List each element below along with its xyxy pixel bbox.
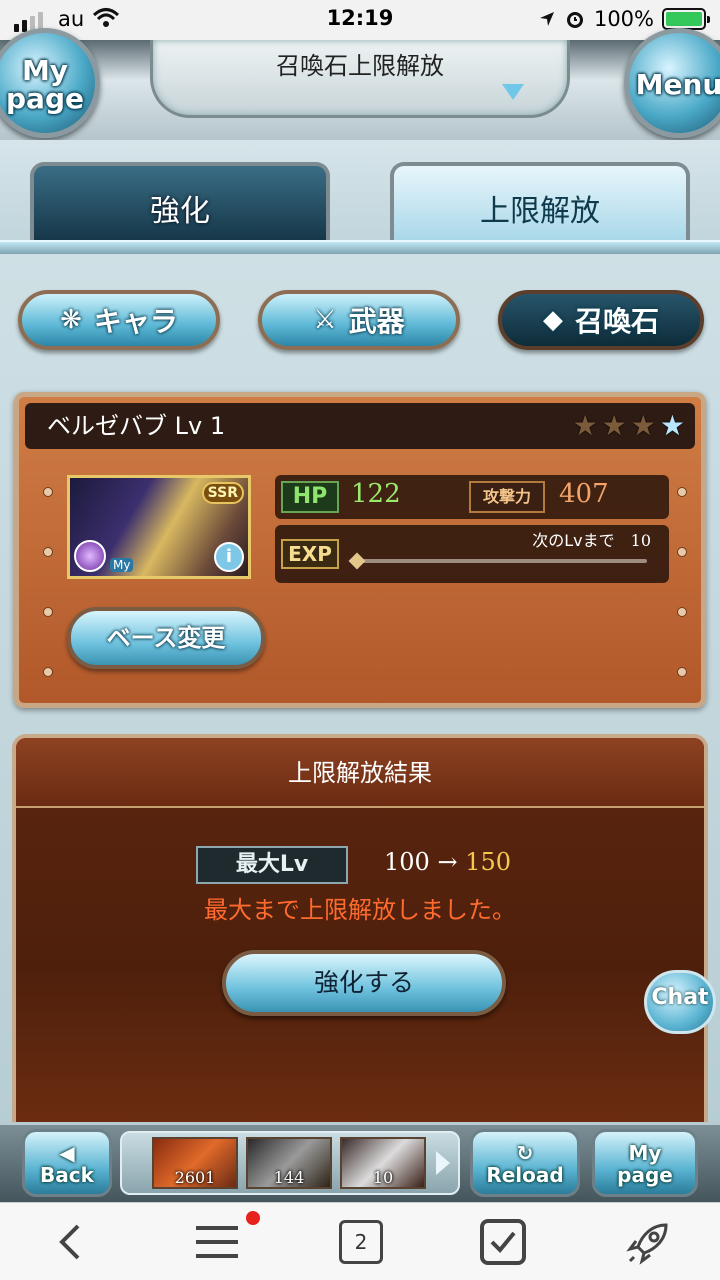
alarm-icon xyxy=(566,12,583,28)
max-level-label: 最大Lv xyxy=(196,846,348,884)
star-icon: ★ xyxy=(659,409,685,442)
battery-icon xyxy=(662,8,710,30)
info-icon[interactable]: i xyxy=(214,542,244,572)
rivet xyxy=(43,547,53,557)
tab-underline xyxy=(0,240,720,254)
dark-element-icon xyxy=(74,540,106,572)
exp-progress-bar xyxy=(348,552,647,570)
tab-bar: 強化 上限解放 xyxy=(0,140,720,260)
tab-enhance[interactable]: 強化 xyxy=(30,162,330,244)
result-title: 上限解放結果 xyxy=(16,738,704,808)
location-icon xyxy=(539,12,554,26)
attack-value: 407 xyxy=(559,479,609,509)
reload-button[interactable]: ↻ Reload xyxy=(470,1129,580,1197)
next-level-info: 次のLvまで 10 xyxy=(532,531,651,550)
max-level-change: 100 → 150 xyxy=(384,848,512,876)
character-icon: ❋ xyxy=(60,305,82,335)
rivet xyxy=(43,667,53,677)
weapon-icon: ⚔ xyxy=(313,305,337,335)
mypage-button[interactable]: My page xyxy=(592,1129,698,1197)
rarity-badge: SSR xyxy=(201,482,244,504)
tab-limit-break[interactable]: 上限解放 xyxy=(390,162,690,244)
browser-launch-button[interactable] xyxy=(624,1217,674,1267)
summon-name-bar: ベルゼバブ Lv 1 ★ ★ ★ ★ xyxy=(25,403,695,449)
rocket-icon xyxy=(626,1223,668,1265)
reload-icon: ↻ xyxy=(516,1141,534,1165)
rivet xyxy=(43,487,53,497)
summon-name-level: ベルゼバブ Lv 1 xyxy=(47,412,226,440)
star-icon: ★ xyxy=(630,409,656,442)
mypage-orb-button[interactable]: My page xyxy=(0,28,100,138)
browser-menu-button[interactable] xyxy=(192,1217,242,1267)
my-badge: My xyxy=(110,558,134,572)
exp-marker xyxy=(348,552,366,570)
hamburger-icon xyxy=(196,1226,238,1258)
result-message: 最大まで上限解放しました。 xyxy=(204,896,516,924)
item-strip: 2601 144 10 xyxy=(120,1131,460,1195)
item-slot[interactable]: 10 xyxy=(340,1137,426,1189)
battery-percent: 100% xyxy=(593,7,654,31)
attack-label: 攻撃力 xyxy=(469,481,545,513)
checkbox-icon xyxy=(480,1219,526,1265)
page-title: 召喚石上限解放 xyxy=(276,52,444,80)
star-icon: ★ xyxy=(572,409,598,442)
rivet xyxy=(677,547,687,557)
uncap-stars: ★ ★ ★ ★ xyxy=(573,411,685,441)
dropdown-gem-icon xyxy=(502,84,524,100)
tab-count: 2 xyxy=(339,1220,383,1264)
filter-character-button[interactable]: ❋ キャラ xyxy=(18,290,220,350)
chevron-left-icon xyxy=(59,1224,80,1260)
stat-row: HP 122 攻撃力 407 xyxy=(275,475,669,519)
browser-nav-bar: 2 xyxy=(0,1202,720,1280)
enhance-button[interactable]: 強化する xyxy=(222,950,506,1016)
notification-dot xyxy=(246,1211,260,1225)
summon-panel: ベルゼバブ Lv 1 ★ ★ ★ ★ SSR My i HP 122 攻撃力 4… xyxy=(14,392,706,708)
back-arrow-icon: ◀ xyxy=(59,1141,75,1165)
hp-label: HP xyxy=(281,481,339,513)
rivet xyxy=(677,667,687,677)
header: 召喚石上限解放 My page Menu xyxy=(0,28,720,140)
rivet xyxy=(43,607,53,617)
exp-label: EXP xyxy=(281,539,339,569)
base-change-button[interactable]: ベース変更 xyxy=(67,607,265,669)
rivet xyxy=(677,607,687,617)
menu-orb-button[interactable]: Menu xyxy=(624,28,720,138)
main-area: ❋ キャラ ⚔ 武器 ◆ 召喚石 ベルゼバブ Lv 1 ★ ★ ★ ★ SSR xyxy=(0,254,720,1124)
filter-summon-button[interactable]: ◆ 召喚石 xyxy=(498,290,704,350)
browser-tabs-button[interactable]: 2 xyxy=(336,1217,386,1267)
exp-row: EXP 次のLvまで 10 xyxy=(275,525,669,583)
hp-value: 122 xyxy=(351,479,401,509)
item-slot[interactable]: 2601 xyxy=(152,1137,238,1189)
status-bar: au 12:19 100% xyxy=(0,0,720,40)
star-icon: ★ xyxy=(601,409,627,442)
browser-back-button[interactable] xyxy=(46,1217,96,1267)
scroll-right-icon[interactable] xyxy=(436,1151,450,1175)
back-button[interactable]: ◀ Back xyxy=(22,1129,112,1197)
game-bottom-bar: ◀ Back 2601 144 10 ↻ Reload My page xyxy=(0,1122,720,1202)
browser-bookmark-button[interactable] xyxy=(478,1217,528,1267)
item-slot[interactable]: 144 xyxy=(246,1137,332,1189)
summon-portrait[interactable]: SSR My i xyxy=(67,475,251,579)
crystal-icon: ◆ xyxy=(542,305,563,335)
filter-weapon-button[interactable]: ⚔ 武器 xyxy=(258,290,460,350)
chat-button[interactable]: Chat xyxy=(644,970,716,1034)
rivet xyxy=(677,487,687,497)
title-plate: 召喚石上限解放 xyxy=(150,40,570,118)
limit-break-result-panel: 上限解放結果 最大Lv 100 → 150 最大まで上限解放しました。 強化する xyxy=(12,734,708,1122)
